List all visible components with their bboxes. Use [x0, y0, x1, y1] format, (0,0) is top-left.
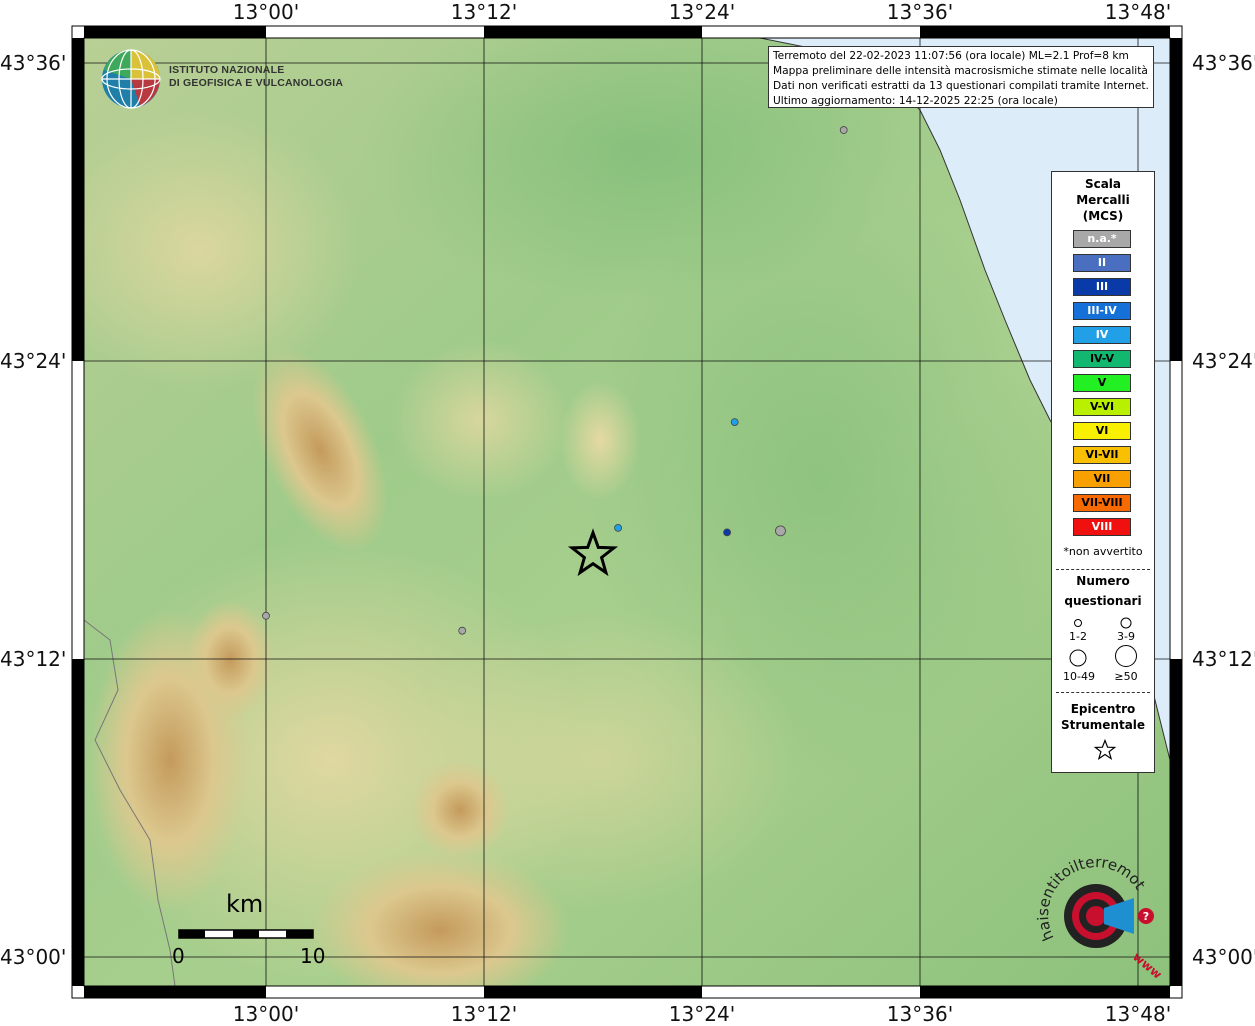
site-logo-url: www. [1130, 950, 1164, 978]
mcs-scale-item: V [1073, 374, 1131, 392]
size-label: 10-49 [1063, 670, 1095, 683]
scale-unit: km [226, 890, 264, 918]
intensity-point [723, 528, 731, 537]
scale-end: 10 [300, 944, 326, 968]
scale-start: 0 [172, 944, 185, 968]
intensity-point [614, 523, 622, 532]
lon-label-bottom: 13°12' [450, 1002, 518, 1026]
size-label: 1-2 [1069, 630, 1087, 643]
mountain-ridge [560, 380, 640, 500]
lon-label-top: 13°24' [668, 0, 736, 24]
mcs-scale-item: III [1073, 278, 1131, 296]
lon-label-bottom: 13°48' [1104, 1002, 1172, 1026]
lat-label-left: 43°12' [0, 647, 67, 671]
lat-label-left: 43°24' [0, 349, 67, 373]
svg-text:?: ? [1143, 910, 1149, 923]
size-3-9-icon [1120, 617, 1132, 629]
institute-name: ISTITUTO NAZIONALE DI GEOFISICA E VULCAN… [169, 64, 343, 90]
lat-label-left: 43°00' [0, 945, 67, 969]
institute-name-line2: DI GEOFISICA E VULCANOLOGIA [169, 77, 344, 89]
questionnaire-title: Numero [1076, 574, 1130, 588]
epicenter-title: Epicentro [1070, 702, 1136, 716]
haisentito-logo-icon: ? haisentitoilterremoto.it www. [1034, 858, 1164, 978]
intensity-point [730, 418, 739, 426]
mcs-scale-item: n.a.* [1073, 230, 1131, 248]
mcs-scale-item: VIII [1073, 518, 1131, 536]
legend-title-line: Mercalli [1076, 193, 1130, 207]
size-50-plus-icon [1115, 645, 1137, 667]
last-update: Ultimo aggiornamento: 14-12-2025 22:25 (… [773, 95, 1058, 107]
map-description: Mappa preliminare delle intensità macros… [773, 65, 1148, 77]
lon-label-top: 13°36' [886, 0, 954, 24]
intensity-point [839, 126, 848, 134]
scale-bar: km 0 10 [166, 890, 336, 970]
legend-divider [1056, 692, 1150, 693]
intensity-point [775, 525, 786, 537]
lon-label-bottom: 13°24' [668, 1002, 736, 1026]
size-label: 3-9 [1117, 630, 1135, 643]
hill-shade [84, 110, 360, 390]
data-source-note: Dati non verificati estratti da 13 quest… [773, 80, 1149, 92]
mcs-scale-item: VI-VII [1073, 446, 1131, 464]
star-icon [1094, 739, 1116, 761]
lat-label-right: 43°00' [1192, 945, 1255, 969]
lat-label-right: 43°24' [1192, 349, 1255, 373]
lon-label-top: 13°00' [232, 0, 300, 24]
intensity-point [262, 611, 270, 620]
questionnaire-title: questionari [1064, 594, 1142, 608]
lat-label-left: 43°36' [0, 51, 67, 75]
lon-label-top: 13°12' [450, 0, 518, 24]
lat-label-right: 43°12' [1192, 647, 1255, 671]
mcs-scale-item: VII-VIII [1073, 494, 1131, 512]
mcs-scale-item: IV-V [1073, 350, 1131, 368]
mcs-scale-item: VI [1073, 422, 1131, 440]
event-info-box: Terremoto del 22-02-2023 11:07:56 (ora l… [768, 46, 1154, 108]
size-label: ≥50 [1114, 670, 1138, 683]
lon-label-bottom: 13°36' [886, 1002, 954, 1026]
event-description: Terremoto del 22-02-2023 11:07:56 (ora l… [773, 50, 1129, 62]
mcs-scale-item: IV [1073, 326, 1131, 344]
not-felt-note: *non avvertito [1063, 545, 1143, 558]
legend-title-line: (MCS) [1082, 209, 1124, 223]
lat-label-right: 43°36' [1192, 51, 1255, 75]
hill-shade [390, 340, 570, 500]
mcs-scale-item: III-IV [1073, 302, 1131, 320]
lon-label-top: 13°48' [1104, 0, 1172, 24]
size-1-2-icon [1074, 619, 1082, 627]
mcs-scale-item: II [1073, 254, 1131, 272]
legend-divider [1056, 569, 1150, 570]
mountain-ridge [185, 600, 275, 720]
legend-panel: Scala Mercalli (MCS) n.a.* II III III-IV IV I… [1051, 171, 1155, 773]
legend-title-line: Scala [1084, 177, 1122, 191]
mountain-ridge [410, 760, 510, 860]
ingv-globe-logo-icon [101, 49, 161, 109]
institute-name-line1: ISTITUTO NAZIONALE [169, 64, 285, 76]
epicenter-title: Strumentale [1060, 718, 1146, 732]
mcs-scale-item: V-VI [1073, 398, 1131, 416]
lon-label-bottom: 13°00' [232, 1002, 300, 1026]
mcs-scale-item: VII [1073, 470, 1131, 488]
intensity-point [458, 626, 467, 635]
map-area [84, 38, 1170, 986]
scale-bar-graphic [178, 929, 314, 939]
size-10-49-icon [1069, 649, 1087, 667]
